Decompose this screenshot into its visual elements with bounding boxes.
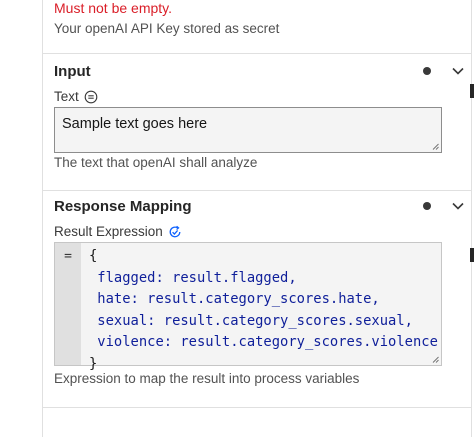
response-mapping-section-title[interactable]: Response Mapping xyxy=(54,198,192,216)
text-label: Text xyxy=(54,89,79,104)
expression-code[interactable]: { flagged: result.flagged, hate: result.… xyxy=(89,246,438,376)
secret-error-message: Must not be empty. xyxy=(54,0,173,16)
panel-left-border xyxy=(42,0,43,437)
feel-disabled-icon[interactable] xyxy=(84,90,98,104)
section-status-dot xyxy=(423,202,431,210)
section-divider xyxy=(43,53,471,54)
feel-required-icon[interactable] xyxy=(168,225,182,239)
code-line: flagged: result.flagged, xyxy=(89,269,297,286)
section-divider xyxy=(43,190,471,191)
code-line: } xyxy=(89,355,98,372)
secret-helper-text: Your openAI API Key stored as secret xyxy=(54,21,280,36)
section-divider xyxy=(43,407,471,408)
resize-handle-icon[interactable] xyxy=(432,356,439,363)
text-input[interactable]: Sample text goes here xyxy=(54,107,442,153)
text-input-value: Sample text goes here xyxy=(62,116,208,132)
code-line: sexual: result.category_scores.sexual, xyxy=(89,312,413,329)
panel-right-scrollbar-track xyxy=(471,0,472,437)
input-section-title[interactable]: Input xyxy=(54,63,91,81)
scrollbar-marker xyxy=(470,248,474,262)
result-expression-label: Result Expression xyxy=(54,224,182,240)
text-field-label: Text xyxy=(54,89,98,105)
section-status-dot xyxy=(423,67,431,75)
result-expression-helper-text: Expression to map the result into proces… xyxy=(54,371,360,386)
resize-handle-icon[interactable] xyxy=(432,143,439,150)
chevron-down-icon[interactable] xyxy=(450,198,466,214)
expression-gutter: = xyxy=(55,243,81,365)
scrollbar-marker xyxy=(470,84,474,98)
chevron-down-icon[interactable] xyxy=(450,63,466,79)
result-expression-editor[interactable]: = { flagged: result.flagged, hate: resul… xyxy=(54,242,442,372)
code-line: hate: result.category_scores.hate, xyxy=(89,291,380,308)
code-line: violence: result.category_scores.violenc… xyxy=(89,334,438,351)
result-expression-text: Result Expression xyxy=(54,224,163,239)
text-helper-text: The text that openAI shall analyze xyxy=(54,155,258,170)
code-line: { xyxy=(89,248,98,264)
